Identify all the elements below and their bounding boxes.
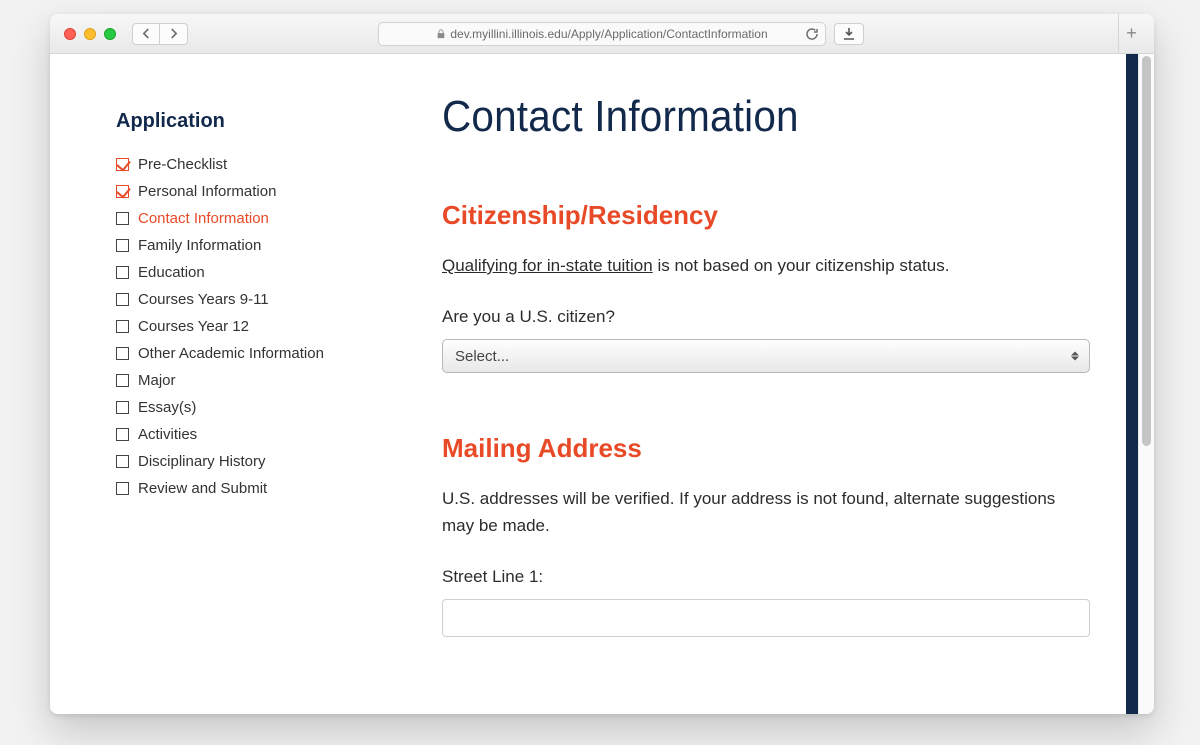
vertical-scrollbar[interactable] — [1138, 54, 1154, 714]
checkbox-icon — [116, 347, 129, 360]
sidebar-item-label: Personal Information — [138, 183, 276, 200]
section-heading-mailing: Mailing Address — [442, 433, 1090, 464]
checkbox-icon — [116, 428, 129, 441]
chevron-updown-icon — [1071, 352, 1079, 361]
in-state-tuition-link[interactable]: Qualifying for in-state tuition — [442, 256, 653, 275]
checkbox-icon — [116, 239, 129, 252]
sidebar-item-disciplinary-history[interactable]: Disciplinary History — [116, 448, 376, 475]
window-controls — [64, 28, 116, 40]
sidebar-item-family-information[interactable]: Family Information — [116, 232, 376, 259]
sidebar-item-label: Review and Submit — [138, 480, 267, 497]
street1-label: Street Line 1: — [442, 567, 1090, 587]
sidebar-item-courses-years-9-11[interactable]: Courses Years 9-11 — [116, 286, 376, 313]
checkbox-icon — [116, 374, 129, 387]
lock-icon — [436, 29, 446, 39]
forward-button[interactable] — [160, 23, 188, 45]
sidebar: Application Pre-Checklist Personal Inform… — [116, 110, 376, 502]
fullscreen-window-button[interactable] — [104, 28, 116, 40]
checkbox-icon — [116, 401, 129, 414]
sidebar-item-education[interactable]: Education — [116, 259, 376, 286]
browser-window: dev.myillini.illinois.edu/Apply/Applicat… — [50, 14, 1154, 714]
blue-accent-strip — [1126, 54, 1138, 714]
checkbox-icon — [116, 266, 129, 279]
reload-icon[interactable] — [805, 27, 819, 41]
checkbox-icon — [116, 158, 129, 171]
sidebar-item-label: Education — [138, 264, 205, 281]
scrollbar-thumb[interactable] — [1142, 56, 1151, 446]
sidebar-item-label: Pre-Checklist — [138, 156, 227, 173]
sidebar-item-label: Major — [138, 372, 176, 389]
sidebar-item-pre-checklist[interactable]: Pre-Checklist — [116, 151, 376, 178]
back-button[interactable] — [132, 23, 160, 45]
sidebar-item-label: Courses Years 9-11 — [138, 291, 269, 308]
address-bar-text: dev.myillini.illinois.edu/Apply/Applicat… — [450, 27, 767, 41]
nav-buttons — [132, 23, 188, 45]
close-window-button[interactable] — [64, 28, 76, 40]
checkbox-icon — [116, 293, 129, 306]
sidebar-item-major[interactable]: Major — [116, 367, 376, 394]
sidebar-item-essay-s[interactable]: Essay(s) — [116, 394, 376, 421]
address-bar[interactable]: dev.myillini.illinois.edu/Apply/Applicat… — [378, 22, 826, 46]
sidebar-item-label: Essay(s) — [138, 399, 196, 416]
sidebar-item-label: Family Information — [138, 237, 261, 254]
main-column: Contact Information Citizenship/Residenc… — [442, 92, 1090, 637]
checkbox-icon — [116, 320, 129, 333]
titlebar: dev.myillini.illinois.edu/Apply/Applicat… — [50, 14, 1154, 54]
us-citizen-select-value: Select... — [455, 348, 509, 365]
sidebar-item-label: Other Academic Information — [138, 345, 324, 362]
page-title: Contact Information — [442, 92, 1038, 142]
sidebar-item-personal-information[interactable]: Personal Information — [116, 178, 376, 205]
checkbox-icon — [116, 212, 129, 225]
minimize-window-button[interactable] — [84, 28, 96, 40]
checkbox-icon — [116, 185, 129, 198]
sidebar-item-label: Activities — [138, 426, 197, 443]
sidebar-item-label: Courses Year 12 — [138, 318, 249, 335]
page-content: Application Pre-Checklist Personal Inform… — [50, 54, 1126, 714]
new-tab-button[interactable]: + — [1118, 14, 1144, 54]
citizenship-desc-rest: is not based on your citizenship status. — [653, 256, 950, 275]
mailing-desc: U.S. addresses will be verified. If your… — [442, 486, 1090, 539]
sidebar-item-label: Contact Information — [138, 210, 269, 227]
citizenship-desc: Qualifying for in-state tuition is not b… — [442, 253, 1090, 279]
us-citizen-select[interactable]: Select... — [442, 339, 1090, 373]
sidebar-item-activities[interactable]: Activities — [116, 421, 376, 448]
sidebar-item-review-and-submit[interactable]: Review and Submit — [116, 475, 376, 502]
sidebar-title: Application — [116, 110, 376, 133]
section-heading-citizenship: Citizenship/Residency — [442, 200, 1090, 231]
viewport: Application Pre-Checklist Personal Inform… — [50, 54, 1154, 714]
downloads-button[interactable] — [834, 23, 864, 45]
sidebar-item-contact-information[interactable]: Contact Information — [116, 205, 376, 232]
sidebar-item-other-academic-information[interactable]: Other Academic Information — [116, 340, 376, 367]
us-citizen-label: Are you a U.S. citizen? — [442, 307, 1090, 327]
checkbox-icon — [116, 455, 129, 468]
sidebar-item-label: Disciplinary History — [138, 453, 266, 470]
checkbox-icon — [116, 482, 129, 495]
street1-input[interactable] — [442, 599, 1090, 637]
sidebar-item-courses-year-12[interactable]: Courses Year 12 — [116, 313, 376, 340]
